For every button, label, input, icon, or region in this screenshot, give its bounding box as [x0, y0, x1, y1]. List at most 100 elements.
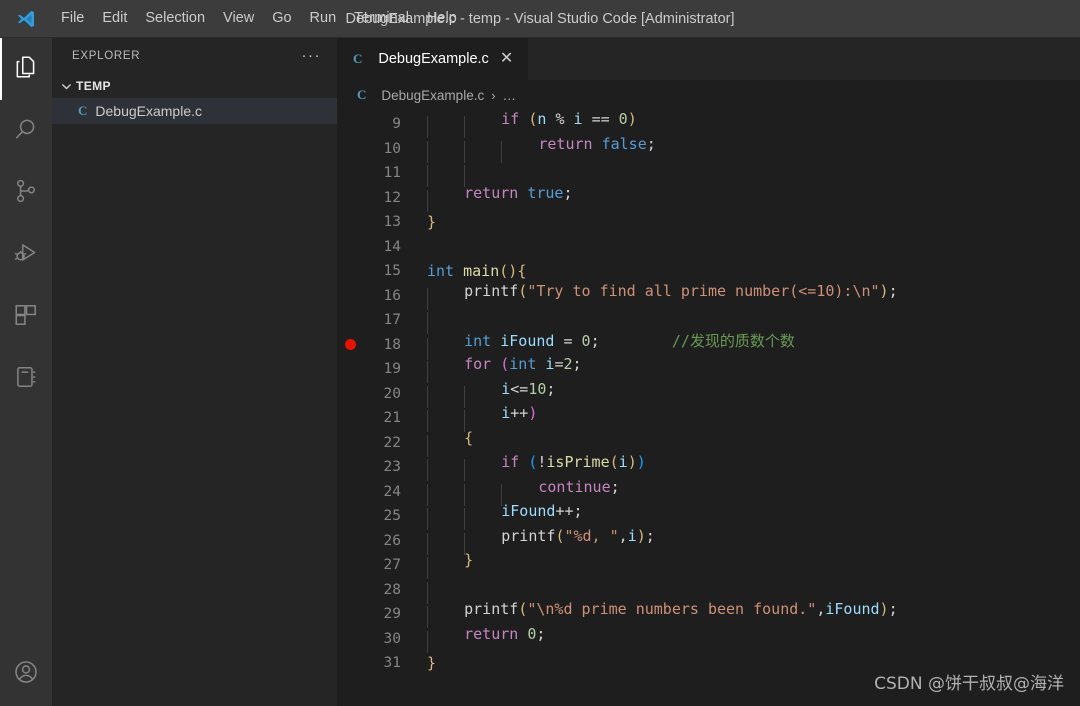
code-line-content: int main(){ [427, 262, 526, 280]
code-token: "\n%d prime numbers been found." [527, 600, 817, 619]
code-token: return [538, 134, 593, 153]
code-token: 2 [563, 355, 573, 374]
code-line-content: } [427, 654, 436, 672]
breadcrumb-overflow[interactable]: … [503, 88, 518, 103]
code-line[interactable]: 16 printf("Try to find all prime number(… [337, 282, 1080, 310]
code-line[interactable]: 27 } [337, 551, 1080, 580]
code-line[interactable]: 24 continue; [337, 478, 1080, 506]
code-line[interactable]: 22 { [337, 429, 1080, 457]
code-line-content: printf("Try to find all prime number(<=1… [427, 282, 898, 310]
breakpoint-icon[interactable] [337, 339, 363, 351]
menu-item-run[interactable]: Run [301, 6, 346, 31]
code-token: ++ [510, 404, 529, 423]
code-line[interactable]: 25 iFound++; [337, 502, 1080, 531]
activity-item-search[interactable] [0, 100, 52, 162]
code-token: ; [572, 355, 582, 374]
menu-item-view[interactable]: View [214, 6, 263, 31]
line-number: 29 [383, 606, 401, 623]
code-line[interactable]: 13} [337, 210, 1080, 235]
code-token: , [816, 600, 826, 619]
line-number: 30 [383, 630, 401, 647]
activity-item-source-control[interactable] [0, 162, 52, 224]
code-token: printf [464, 600, 519, 619]
line-number: 10 [383, 140, 401, 157]
code-line[interactable]: 29 printf("\n%d prime numbers been found… [337, 600, 1080, 629]
code-line[interactable]: 23 if (!isPrime(i)) [337, 453, 1080, 482]
line-number: 28 [383, 581, 401, 598]
code-token: false [601, 134, 647, 153]
breadcrumb-file[interactable]: DebugExample.c [381, 88, 484, 103]
activity-item-notebook[interactable] [0, 348, 52, 410]
menu-item-terminal[interactable]: Terminal [345, 6, 418, 31]
code-line[interactable]: 9 if (n % i == 0) [337, 110, 1080, 139]
activity-item-run-and-debug[interactable] [0, 224, 52, 286]
menu-item-file[interactable]: File [52, 6, 93, 31]
menu-bar: File Edit Selection View Go Run Terminal… [52, 6, 466, 31]
code-token: ; [888, 281, 898, 300]
code-line[interactable]: 18 int iFound = 0; //发现的质数个数 [337, 331, 1080, 360]
menu-item-edit[interactable]: Edit [93, 6, 136, 31]
code-editor[interactable]: 9 if (n % i == 0) 10 return false; 11 12 r… [337, 110, 1080, 706]
code-token: if [501, 110, 520, 129]
file-item-debugexample-c[interactable]: C DebugExample.c [52, 98, 337, 124]
tab-bar-filler [529, 38, 1080, 80]
code-token: int [509, 355, 537, 374]
code-token: iFound [825, 600, 880, 619]
code-token: true [527, 183, 564, 202]
code-token: for [464, 355, 492, 374]
code-line[interactable]: 14 [337, 235, 1080, 260]
code-token: i [618, 453, 628, 472]
line-number: 27 [383, 557, 401, 574]
code-line[interactable]: 20 i<=10; [337, 379, 1080, 408]
code-token: "Try to find all prime number(<=10):\n" [527, 281, 880, 300]
code-line[interactable]: 21 i++) [337, 404, 1080, 433]
code-token: { [517, 262, 527, 281]
explorer-sidebar: EXPLORER ··· TEMP C DebugExample.c [52, 38, 337, 706]
menu-item-help[interactable]: Help [418, 6, 466, 31]
line-number: 13 [383, 214, 401, 231]
vscode-window: File Edit Selection View Go Run Terminal… [0, 0, 1080, 706]
activity-item-explorer[interactable] [0, 38, 52, 100]
code-line[interactable]: 11 [337, 161, 1080, 188]
code-token: i [501, 404, 511, 423]
sidebar-header: EXPLORER ··· [52, 38, 337, 74]
code-token: == [591, 110, 610, 129]
folder-temp[interactable]: TEMP [52, 74, 337, 98]
code-line[interactable]: 19 for (int i=2; [337, 355, 1080, 384]
line-number: 19 [383, 361, 401, 378]
code-token: ( [500, 355, 510, 374]
menu-item-selection[interactable]: Selection [136, 6, 214, 31]
menu-item-go[interactable]: Go [263, 6, 300, 31]
code-line[interactable]: 12 return true; [337, 184, 1080, 212]
code-line-content: return true; [427, 184, 573, 212]
sidebar-more-actions-icon[interactable]: ··· [294, 48, 330, 63]
tab-debugexample-c[interactable]: C DebugExample.c ✕ [337, 38, 530, 80]
close-icon[interactable]: ✕ [497, 51, 516, 67]
line-number: 22 [383, 434, 401, 451]
title-bar: File Edit Selection View Go Run Terminal… [0, 0, 1080, 38]
code-token: printf [464, 281, 519, 300]
code-token: "%d, " [564, 526, 619, 545]
indent-guide [427, 630, 464, 653]
code-line-content: return 0; [427, 625, 545, 653]
activity-item-accounts[interactable] [0, 642, 52, 706]
code-line[interactable]: 26 printf("%d, ",i); [337, 526, 1080, 555]
code-token: //发现的质数个数 [671, 331, 795, 350]
code-token: ) [879, 600, 889, 619]
code-line[interactable]: 10 return false; [337, 134, 1080, 163]
activity-item-extensions[interactable] [0, 286, 52, 348]
code-line[interactable]: 15 int main(){ [337, 259, 1080, 284]
code-line[interactable]: 28 [337, 578, 1080, 604]
search-icon [13, 116, 39, 147]
code-token: ( [518, 281, 528, 300]
code-token: 0 [618, 110, 628, 129]
code-token: i [501, 379, 511, 398]
code-line[interactable]: 30 return 0; [337, 625, 1080, 653]
code-line[interactable]: 31} [337, 651, 1080, 676]
